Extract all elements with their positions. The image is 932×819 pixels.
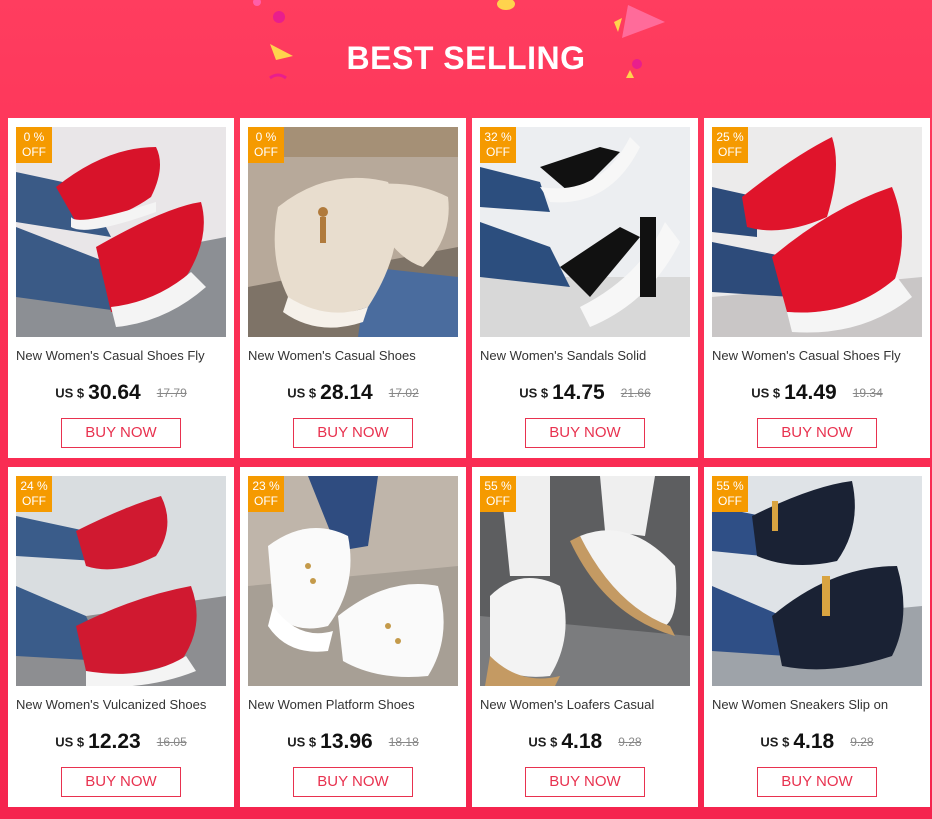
currency-label: US $ (55, 385, 85, 401)
discount-badge: 24 % OFF (16, 476, 52, 512)
sale-price: 13.96 (320, 730, 373, 753)
price-row: US $28.14 17.02 (240, 381, 466, 405)
page-title: BEST SELLING (346, 40, 586, 76)
price-row: US $4.18 9.28 (472, 730, 698, 754)
discount-off-label: OFF (22, 494, 46, 508)
discount-percent: 55 % (484, 479, 512, 493)
discount-percent: 25 % (716, 130, 744, 144)
sale-price: 4.18 (793, 730, 835, 753)
discount-badge: 25 % OFF (712, 127, 748, 163)
buy-now-button[interactable]: BUY NOW (293, 418, 413, 448)
product-image[interactable]: 23 % OFF (248, 476, 458, 686)
currency-label: US $ (528, 734, 558, 750)
discount-off-label: OFF (22, 145, 46, 159)
buy-now-button[interactable]: BUY NOW (61, 767, 181, 797)
original-price: 17.79 (156, 386, 187, 400)
product-name[interactable]: New Women's Casual Shoes (248, 348, 460, 363)
product-card[interactable]: 0 % OFF New Women's Casual Shoes Fly US … (8, 118, 234, 458)
discount-percent: 55 % (716, 479, 744, 493)
sale-price: 30.64 (88, 381, 141, 404)
sale-price: 12.23 (88, 730, 141, 753)
product-name[interactable]: New Women's Casual Shoes Fly (16, 348, 228, 363)
currency-label: US $ (287, 385, 317, 401)
sale-price: 14.49 (784, 381, 837, 404)
original-price: 9.28 (618, 735, 642, 749)
product-card[interactable]: 55 % OFF New Women's Loafers Casual US $… (472, 467, 698, 807)
discount-off-label: OFF (718, 145, 742, 159)
currency-label: US $ (55, 734, 85, 750)
discount-badge: 32 % OFF (480, 127, 516, 163)
product-name[interactable]: New Women's Loafers Casual (480, 697, 692, 712)
product-card[interactable]: 25 % OFF New Women's Casual Shoes Fly US… (704, 118, 930, 458)
buy-now-button[interactable]: BUY NOW (525, 767, 645, 797)
discount-off-label: OFF (486, 145, 510, 159)
discount-percent: 32 % (484, 130, 512, 144)
discount-off-label: OFF (486, 494, 510, 508)
discount-percent: 24 % (20, 479, 48, 493)
discount-percent: 0 % (23, 130, 45, 144)
currency-label: US $ (519, 385, 549, 401)
discount-percent: 0 % (255, 130, 277, 144)
discount-badge: 23 % OFF (248, 476, 284, 512)
product-image[interactable]: 0 % OFF (248, 127, 458, 337)
buy-now-button[interactable]: BUY NOW (757, 767, 877, 797)
discount-badge: 55 % OFF (480, 476, 516, 512)
price-row: US $30.64 17.79 (8, 381, 234, 405)
product-card[interactable]: 32 % OFF New Women's Sandals Solid US $1… (472, 118, 698, 458)
price-row: US $13.96 18.18 (240, 730, 466, 754)
product-image[interactable]: 55 % OFF (480, 476, 690, 686)
buy-now-button[interactable]: BUY NOW (61, 418, 181, 448)
product-card[interactable]: 23 % OFF New Women Platform Shoes US $13… (240, 467, 466, 807)
sale-price: 28.14 (320, 381, 373, 404)
product-name[interactable]: New Women Platform Shoes (248, 697, 460, 712)
original-price: 21.66 (620, 386, 651, 400)
currency-label: US $ (760, 734, 790, 750)
product-name[interactable]: New Women's Sandals Solid (480, 348, 692, 363)
product-card[interactable]: 0 % OFF New Women's Casual Shoes US $28.… (240, 118, 466, 458)
original-price: 16.05 (156, 735, 187, 749)
discount-badge: 55 % OFF (712, 476, 748, 512)
banner-header: BEST SELLING (0, 0, 932, 118)
product-image[interactable]: 25 % OFF (712, 127, 922, 337)
price-row: US $12.23 16.05 (8, 730, 234, 754)
discount-badge: 0 % OFF (16, 127, 52, 163)
product-image[interactable]: 55 % OFF (712, 476, 922, 686)
discount-badge: 0 % OFF (248, 127, 284, 163)
sale-price: 14.75 (552, 381, 605, 404)
discount-percent: 23 % (252, 479, 280, 493)
product-name[interactable]: New Women Sneakers Slip on (712, 697, 924, 712)
price-row: US $14.75 21.66 (472, 381, 698, 405)
discount-off-label: OFF (254, 145, 278, 159)
currency-label: US $ (751, 385, 781, 401)
price-row: US $14.49 19.34 (704, 381, 930, 405)
price-row: US $4.18 9.28 (704, 730, 930, 754)
buy-now-button[interactable]: BUY NOW (525, 418, 645, 448)
product-image[interactable]: 32 % OFF (480, 127, 690, 337)
currency-label: US $ (287, 734, 317, 750)
original-price: 19.34 (852, 386, 883, 400)
product-grid: 0 % OFF New Women's Casual Shoes Fly US … (6, 118, 930, 813)
discount-off-label: OFF (718, 494, 742, 508)
buy-now-button[interactable]: BUY NOW (757, 418, 877, 448)
product-card[interactable]: 55 % OFF New Women Sneakers Slip on US $… (704, 467, 930, 807)
original-price: 17.02 (388, 386, 419, 400)
sale-price: 4.18 (561, 730, 603, 753)
original-price: 9.28 (850, 735, 874, 749)
product-name[interactable]: New Women's Casual Shoes Fly (712, 348, 924, 363)
product-image[interactable]: 0 % OFF (16, 127, 226, 337)
discount-off-label: OFF (254, 494, 278, 508)
product-image[interactable]: 24 % OFF (16, 476, 226, 686)
product-card[interactable]: 24 % OFF New Women's Vulcanized Shoes US… (8, 467, 234, 807)
product-name[interactable]: New Women's Vulcanized Shoes (16, 697, 228, 712)
original-price: 18.18 (388, 735, 419, 749)
buy-now-button[interactable]: BUY NOW (293, 767, 413, 797)
